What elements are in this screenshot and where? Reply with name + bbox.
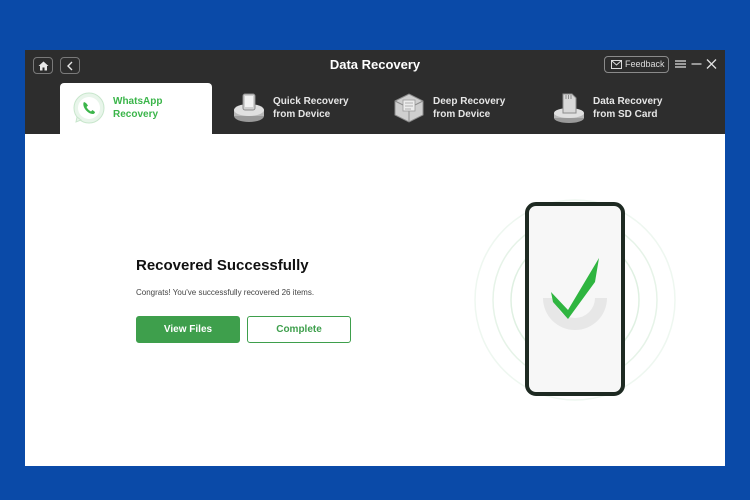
menu-icon: [675, 60, 686, 68]
feedback-label: Feedback: [625, 59, 665, 69]
title-bar: Data Recovery Feedback WhatsApp Recovery…: [25, 50, 725, 134]
mail-icon: [611, 60, 622, 69]
minimize-icon: [691, 63, 702, 65]
complete-button[interactable]: Complete: [247, 316, 351, 343]
tab-label: Data Recovery from SD Card: [593, 96, 663, 120]
minimize-button[interactable]: [691, 56, 703, 70]
app-window: Data Recovery Feedback WhatsApp Recovery…: [25, 50, 725, 466]
whatsapp-phone-icon: [73, 92, 105, 124]
phone-checkmark-icon: [474, 199, 676, 401]
recovery-result-panel: Recovered Successfully Congrats! You've …: [25, 134, 725, 466]
tab-whatsapp-recovery[interactable]: WhatsApp Recovery: [60, 83, 212, 134]
close-icon: [706, 59, 717, 69]
close-button[interactable]: [706, 56, 718, 70]
tab-deep-recovery[interactable]: Deep Recovery from Device: [380, 83, 532, 134]
device-drive-icon: [234, 93, 264, 122]
menu-button[interactable]: [675, 56, 687, 70]
tab-label: WhatsApp Recovery: [113, 96, 163, 120]
deep-scan-icon: [394, 93, 424, 123]
sd-card-icon: [554, 93, 584, 123]
tab-quick-recovery[interactable]: Quick Recovery from Device: [220, 83, 372, 134]
result-message: Congrats! You've successfully recovered …: [136, 288, 315, 297]
result-headline: Recovered Successfully: [136, 257, 309, 274]
view-files-button[interactable]: View Files: [136, 316, 240, 343]
tab-label: Quick Recovery from Device: [273, 96, 349, 120]
feedback-button[interactable]: Feedback: [604, 56, 669, 73]
tab-label: Deep Recovery from Device: [433, 96, 506, 120]
tab-sd-card-recovery[interactable]: Data Recovery from SD Card: [540, 83, 692, 134]
